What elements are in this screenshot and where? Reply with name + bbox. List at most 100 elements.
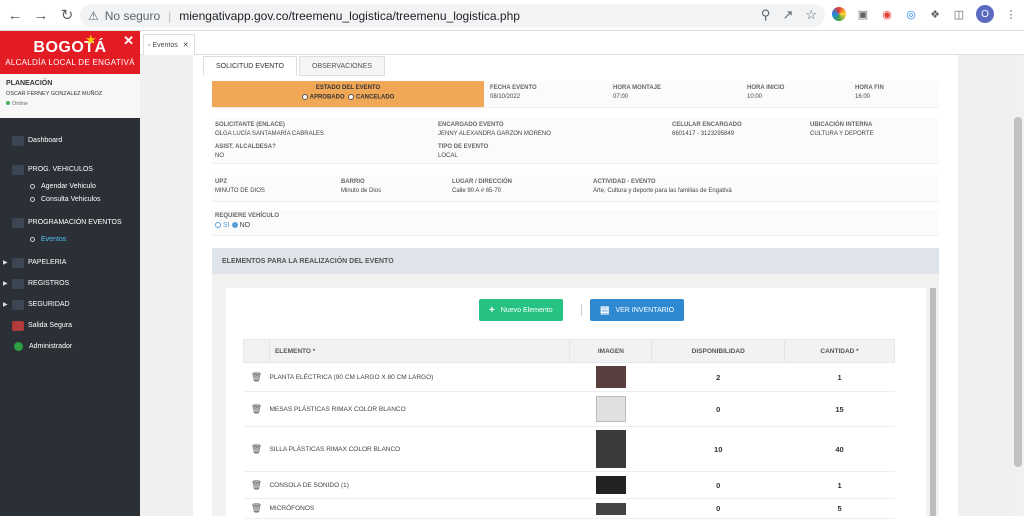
event-location-row: UPZ MINUTO DE DIOS BARRIO Minuto de Dios L… [212, 175, 939, 202]
upz: UPZ MINUTO DE DIOS [215, 179, 265, 194]
header-disponibilidad: DISPONIBILIDAD [651, 339, 786, 363]
reload-icon[interactable]: ↻ [56, 4, 78, 26]
header-imagen: IMAGEN [569, 339, 653, 363]
bookmark-star-icon[interactable]: ☆ [805, 7, 817, 23]
page-scrollbar-thumb[interactable] [1014, 117, 1022, 467]
share-icon[interactable]: ↗ [782, 7, 793, 23]
extensions-puzzle-icon[interactable]: ❖ [928, 7, 942, 21]
close-tab-icon[interactable]: ✕ [183, 41, 189, 49]
tab-eventos[interactable]: ◦ Eventos ✕ [143, 34, 195, 55]
record-extension-icon[interactable]: ◎ [904, 7, 918, 21]
section-header-elementos: ELEMENTOS PARA LA REALIZACIÓN DEL EVENTO [212, 248, 939, 274]
elements-card: + Nuevo Elemento ▤ VER INVENTARIO ELEMENTO… [226, 288, 926, 519]
brand-logo: BOGOTÁ [33, 39, 107, 56]
microphone-image [595, 502, 626, 515]
chair-image [595, 430, 626, 468]
trash-icon[interactable]: 🗑 [243, 471, 270, 499]
cell-cantidad[interactable]: 1 [784, 471, 895, 499]
table-row: 🗑 MESAS PLÁSTICAS RIMAX COLOR BLANCO 0 1… [243, 391, 895, 427]
cell-elemento: CONSOLA DE SONIDO (1) [269, 471, 570, 499]
calendar-icon [12, 217, 24, 228]
sound-console-image [595, 476, 626, 494]
sidebar-item-salida-segura[interactable]: Salida Segura [0, 315, 140, 336]
aprobado-label: APROBADO [309, 94, 345, 101]
user-status: Online [6, 101, 134, 107]
table-scrollbar-thumb[interactable] [930, 288, 936, 516]
forward-icon[interactable]: → [30, 4, 52, 26]
event-panel: SOLICITUD EVENTO OBSERVACIONES ESTADO DE… [193, 55, 958, 519]
cell-elemento: PLANTA ELÉCTRICA (90 CM LARGO X 80 CM LA… [269, 362, 570, 392]
plus-icon: + [489, 304, 495, 316]
table-row: 🗑 PLANTA ELÉCTRICA (90 CM LARGO X 80 CM … [243, 362, 895, 392]
estado-evento: ESTADO DEL EVENTO APROBADO CANCELADO [212, 81, 484, 107]
ver-inventario-button[interactable]: ▤ VER INVENTARIO [590, 299, 685, 321]
insecure-label: No seguro [104, 8, 161, 23]
sidebar-item-administrador[interactable]: Administrador [0, 336, 140, 357]
estado-label: ESTADO DEL EVENTO [315, 85, 381, 91]
sidebar-item-programacion-eventos[interactable]: PROGRAMACIÓN EVENTOS [0, 212, 140, 233]
trash-icon[interactable]: 🗑 [243, 362, 270, 392]
generator-image [595, 366, 626, 388]
user-name: OSCAR FERNEY GONZALEZ MUÑOZ [6, 91, 103, 97]
fecha-evento: FECHA EVENTO 08/10/2022 [490, 85, 537, 100]
browser-menu-icon[interactable]: ⋮ [1004, 7, 1018, 21]
radio-vehiculo-no[interactable] [231, 222, 238, 229]
dashboard-icon [12, 135, 24, 146]
radio-cancelado[interactable] [348, 94, 354, 100]
close-sidebar-icon[interactable]: ✕ [123, 33, 134, 49]
button-divider [581, 304, 582, 316]
cell-cantidad[interactable]: 1 [784, 362, 895, 392]
header-elemento: ELEMENTO * [268, 339, 571, 363]
sidebar-item-seguridad[interactable]: ▶ SEGURIDAD [0, 294, 140, 315]
solicitante: SOLICITANTE (ENLACE) OLGA LUCÍA SANTAMARÍ… [215, 122, 324, 137]
address-bar[interactable]: ⚠ No seguro | miengativapp.gov.co/treeme… [80, 4, 825, 27]
cell-imagen [569, 362, 652, 392]
requiere-vehiculo: REQUIERE VEHÍCULO SI NO [215, 213, 280, 229]
tab-observaciones[interactable]: OBSERVACIONES [298, 56, 385, 76]
picture-in-picture-icon[interactable]: ▣ [856, 7, 870, 21]
cell-imagen [569, 471, 652, 499]
sidebar-item-prog-vehiculos[interactable]: PROG. VEHICULOS [0, 159, 140, 180]
hora-inicio: HORA INICIO 10:00 [747, 85, 785, 100]
url-text[interactable]: miengativapp.gov.co/treemenu_logistica/t… [179, 9, 520, 23]
online-dot-icon [6, 101, 10, 105]
page-tab-bar: ◦ Eventos ✕ [140, 31, 1024, 55]
sidebar-menu: Dashboard PROG. VEHICULOS Agendar Vehicu… [0, 118, 140, 357]
clipboard-icon: ▤ [600, 304, 610, 316]
page-scrollbar[interactable] [1012, 55, 1024, 516]
paper-icon [12, 257, 24, 268]
sidebar-item-agendar-vehiculo[interactable]: Agendar Vehiculo [0, 180, 140, 193]
hora-montaje: HORA MONTAJE 07:00 [613, 85, 661, 100]
event-status-row: ESTADO DEL EVENTO APROBADO CANCELADO FEC… [212, 81, 939, 108]
pocket-extension-icon[interactable]: ◉ [880, 7, 894, 21]
radio-aprobado[interactable] [301, 94, 308, 100]
form-tabs: SOLICITUD EVENTO OBSERVACIONES [203, 56, 387, 76]
encargado-evento: ENCARGADO EVENTO JENNY ALEXANDRA GARZON M… [438, 122, 551, 137]
back-icon[interactable]: ← [4, 4, 26, 26]
trash-icon[interactable]: 🗑 [243, 391, 270, 427]
sidebar-item-papeleria[interactable]: ▶ PAPELERIA [0, 252, 140, 273]
tab-solicitud-evento[interactable]: SOLICITUD EVENTO [203, 56, 297, 76]
sidebar-item-eventos[interactable]: Eventos [0, 233, 140, 246]
cell-cantidad[interactable]: 15 [784, 391, 895, 427]
radio-vehiculo-si[interactable] [215, 222, 221, 229]
cell-elemento: SILLA PLÁSTICAS RIMAX COLOR BLANCO [269, 426, 570, 472]
color-extension-icon[interactable] [832, 7, 846, 21]
cell-disponibilidad: 2 [651, 362, 785, 392]
sidebar-item-registros[interactable]: ▶ REGISTROS [0, 273, 140, 294]
nuevo-elemento-button[interactable]: + Nuevo Elemento [479, 299, 563, 321]
sidebar-item-dashboard[interactable]: Dashboard [0, 130, 140, 151]
profile-avatar[interactable]: O [976, 5, 994, 23]
header-cantidad: CANTIDAD * [784, 339, 895, 363]
main-content: SOLICITUD EVENTO OBSERVACIONES ESTADO DE… [140, 55, 1012, 519]
cell-cantidad[interactable]: 40 [784, 426, 895, 472]
table-scrollbar[interactable] [930, 288, 936, 516]
tipo-evento: TIPO DE EVENTO LOCAL [438, 144, 489, 159]
side-panel-icon[interactable]: ◫ [952, 7, 966, 21]
sidebar-item-consulta-vehiculos[interactable]: Consulta Vehiculos [0, 193, 140, 206]
registry-icon [12, 278, 24, 289]
zoom-icon[interactable]: ⚲ [761, 7, 771, 23]
trash-icon[interactable]: 🗑 [243, 426, 270, 472]
caret-right-icon: ▶ [3, 260, 8, 266]
vehicle-row: REQUIERE VEHÍCULO SI NO [212, 210, 939, 236]
